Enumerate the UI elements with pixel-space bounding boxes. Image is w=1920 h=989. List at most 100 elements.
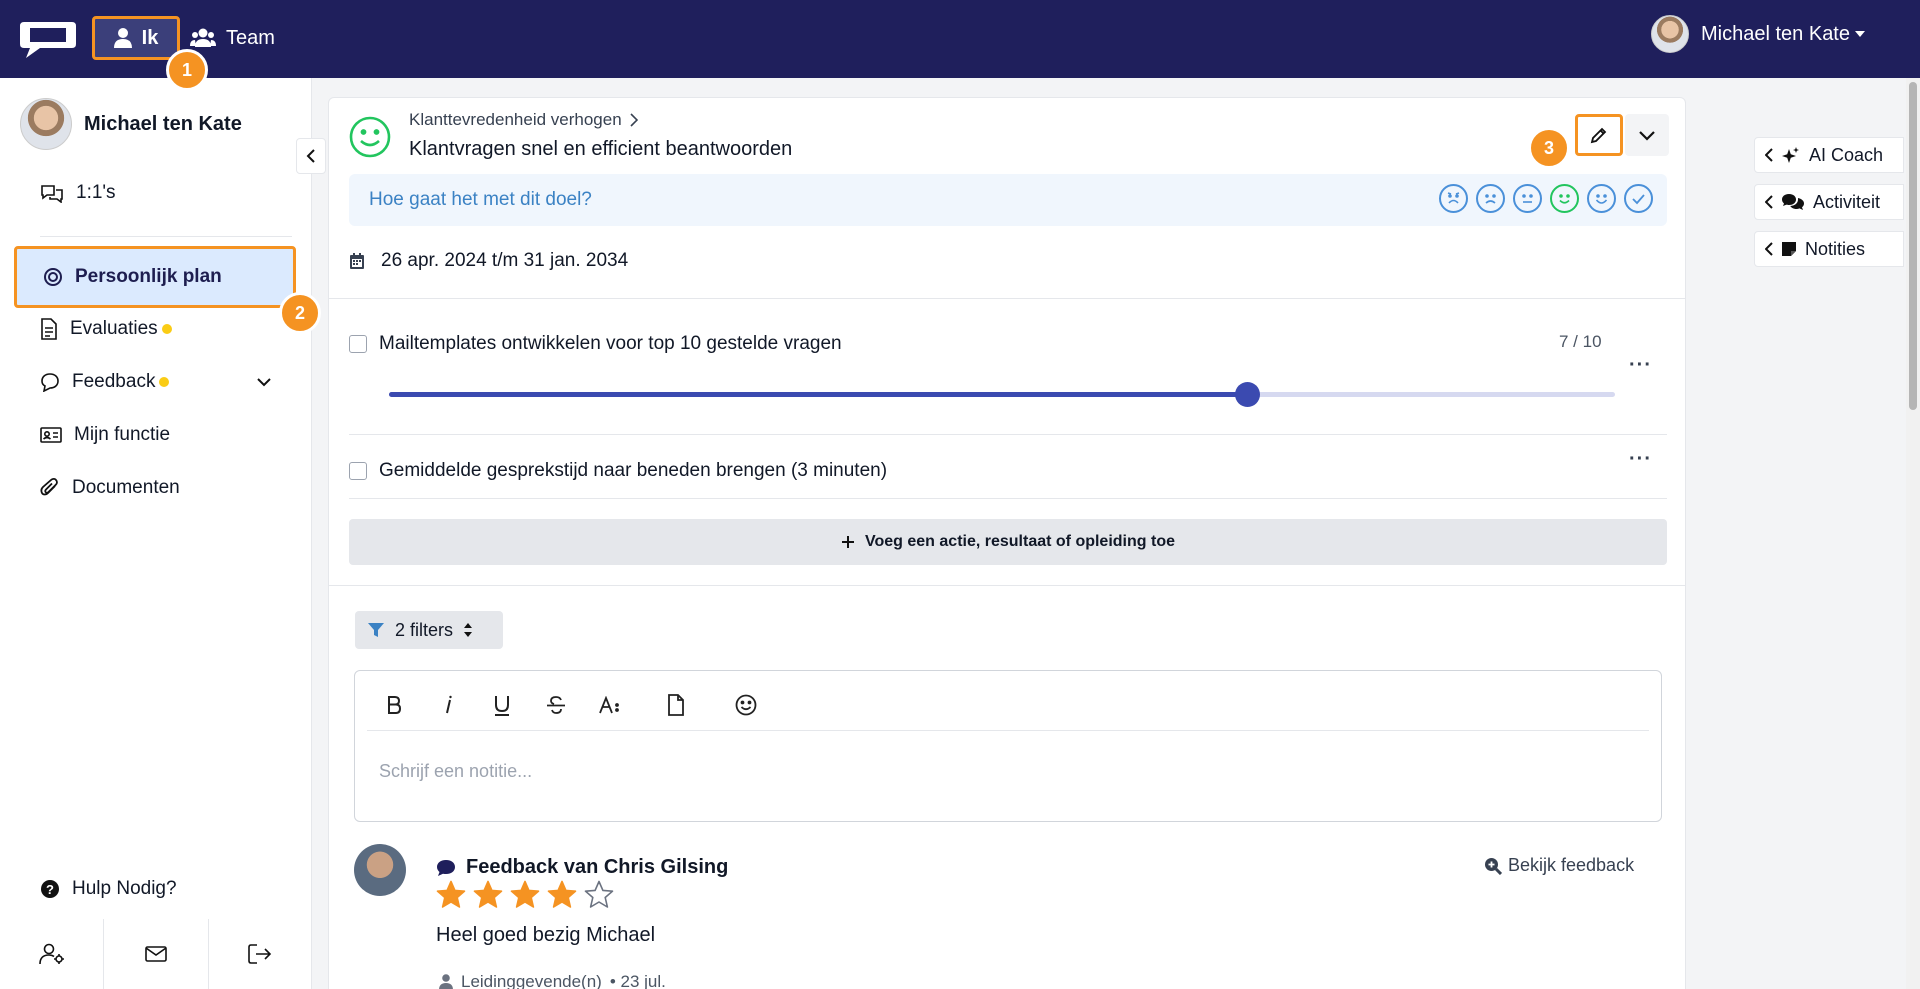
sidebar-collapse-button[interactable] [296, 138, 326, 174]
add-action-label: Voeg een actie, resultaat of opleiding t… [865, 533, 1175, 550]
expand-goal-button[interactable] [1625, 114, 1669, 156]
task-checkbox[interactable] [349, 335, 367, 353]
sidebar-item-label: 1:1's [76, 182, 116, 203]
goal-date-row: 26 apr. 2024 t/m 31 jan. 2034 [349, 250, 628, 272]
users-icon [190, 28, 216, 47]
view-feedback-link[interactable]: Bekijk feedback [1484, 855, 1634, 876]
goal-parent-link[interactable]: Klanttevredenheid verhogen [409, 110, 638, 130]
sidebar-profile[interactable]: Michael ten Kate [20, 98, 242, 150]
chevron-left-icon [1765, 148, 1773, 162]
italic-icon[interactable] [421, 695, 475, 715]
rating-stars [436, 880, 614, 909]
notification-dot [161, 324, 172, 334]
sad-face-icon[interactable] [1476, 184, 1505, 213]
avatar [354, 844, 406, 896]
help-label: Hulp Nodig? [72, 878, 177, 899]
page-scrollbar[interactable] [1906, 78, 1920, 989]
editor-toolbar [367, 679, 1649, 731]
feedback-text: Heel goed bezig Michael [436, 924, 656, 946]
help-link[interactable]: ? Hulp Nodig? [40, 878, 177, 900]
sidebar-item-label: Evaluaties [70, 318, 158, 339]
very-happy-face-icon[interactable] [1587, 184, 1616, 213]
user-menu[interactable]: Michael ten Kate [1651, 14, 1866, 54]
user-settings-button[interactable] [0, 919, 105, 989]
view-feedback-label: Bekijk feedback [1508, 855, 1635, 875]
progress-slider-handle[interactable] [1235, 382, 1261, 407]
mood-options [1439, 184, 1653, 213]
smiley-happy-icon [349, 116, 391, 158]
sort-icon [464, 623, 473, 637]
happy-face-icon[interactable] [1550, 184, 1579, 213]
file-icon[interactable] [649, 693, 703, 716]
mail-button[interactable] [104, 919, 209, 989]
star-filled-icon [473, 880, 503, 908]
edit-goal-button[interactable] [1575, 114, 1623, 156]
emoji-icon[interactable] [719, 694, 773, 716]
star-empty-icon [584, 880, 614, 908]
sticky-note-icon [1782, 242, 1796, 256]
neutral-face-icon[interactable] [1513, 184, 1542, 213]
zoom-in-icon [1485, 857, 1502, 875]
chevron-left-icon [1765, 242, 1773, 256]
chevron-right-icon [630, 113, 638, 127]
sidebar-profile-name: Michael ten Kate [84, 112, 242, 135]
very-sad-face-icon[interactable] [1439, 184, 1468, 213]
goal-date-range: 26 apr. 2024 t/m 31 jan. 2034 [381, 250, 629, 271]
notification-dot [159, 377, 170, 387]
underline-icon[interactable] [475, 694, 529, 716]
mail-icon [145, 946, 167, 962]
bold-icon[interactable] [367, 695, 421, 715]
comment-icon [437, 859, 455, 876]
more-options-icon[interactable]: ··· [1629, 448, 1652, 471]
task-row: Mailtemplates ontwikkelen voor top 10 ge… [349, 333, 842, 355]
add-action-button[interactable]: Voeg een actie, resultaat of opleiding t… [349, 519, 1667, 565]
filters-button[interactable]: 2 filters [355, 611, 503, 649]
sidebar-item-persoonlijk-plan[interactable]: Persoonlijk plan [14, 246, 296, 308]
sidebar-item-label: Persoonlijk plan [75, 266, 222, 287]
check-done-icon[interactable] [1624, 184, 1653, 213]
nav-ik-button[interactable]: Ik [92, 16, 180, 60]
sidebar-item-1on1s[interactable]: 1:1's [40, 182, 116, 204]
progress-slider[interactable] [389, 382, 1615, 407]
sidebar-item-mijn-functie[interactable]: Mijn functie [40, 424, 170, 446]
sidebar-item-label: Documenten [72, 477, 180, 498]
chat-bubbles-icon [41, 185, 63, 203]
goal-parent-label: Klanttevredenheid verhogen [409, 110, 622, 129]
tab-notities[interactable]: Notities [1754, 231, 1904, 267]
svg-text:?: ? [46, 882, 54, 897]
chevron-left-icon [306, 149, 315, 163]
speech-bubble-icon [41, 373, 59, 392]
sidebar-item-label: Feedback [72, 371, 156, 392]
annotation-badge-3: 3 [1528, 127, 1570, 169]
task-checkbox[interactable] [349, 462, 367, 480]
star-filled-icon [547, 880, 577, 908]
tab-activiteit[interactable]: Activiteit [1754, 184, 1904, 220]
more-options-icon[interactable]: ··· [1629, 354, 1652, 377]
annotation-badge-1: 1 [166, 49, 208, 91]
app-logo[interactable] [18, 18, 78, 60]
progress-slider-fill [389, 392, 1248, 397]
comments-icon [1782, 194, 1804, 210]
feedback-meta: Leidinggevende(n) • 23 jul. [439, 972, 666, 989]
strikethrough-icon[interactable] [529, 695, 583, 715]
note-input[interactable]: Schrijf een notitie... [379, 761, 532, 782]
avatar [1651, 15, 1690, 53]
tab-label: AI Coach [1809, 144, 1884, 165]
logout-button[interactable] [209, 919, 312, 989]
tab-ai-coach[interactable]: AI Coach [1754, 137, 1904, 173]
chevron-left-icon [1765, 195, 1773, 209]
question-circle-icon: ? [41, 880, 59, 898]
sidebar-item-feedback[interactable]: Feedback [40, 371, 272, 393]
font-size-icon[interactable] [583, 695, 637, 714]
sidebar-item-documenten[interactable]: Documenten [40, 477, 180, 499]
star-filled-icon [436, 880, 466, 908]
nav-team-button[interactable]: Team [190, 16, 275, 60]
top-navbar: Ik Team Michael ten Kate [0, 0, 1920, 78]
scrollbar-thumb[interactable] [1909, 82, 1917, 410]
task-label: Gemiddelde gesprekstijd naar beneden bre… [379, 460, 888, 481]
sidebar-bottom-actions [0, 919, 312, 989]
chevron-down-icon[interactable] [256, 377, 272, 387]
sidebar-item-evaluaties[interactable]: Evaluaties [40, 318, 172, 340]
tab-label: Notities [1805, 238, 1866, 259]
goal-title: Klantvragen snel en efficient beantwoord… [409, 138, 793, 160]
